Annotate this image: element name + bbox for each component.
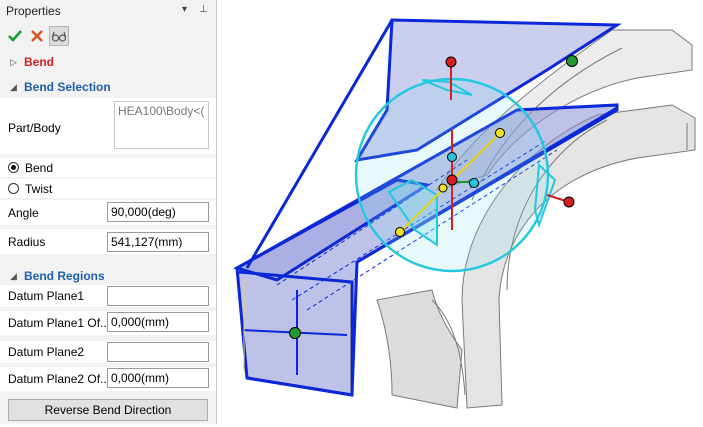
radio-twist-row[interactable]: Twist — [0, 179, 216, 198]
bend-regions-section[interactable]: ◢ Bend Regions — [0, 266, 216, 286]
bend-regions-header: Bend Regions — [24, 269, 105, 283]
expand-triangle-icon: ◢ — [10, 81, 17, 92]
datum-plane2-offset-input[interactable]: 0,000(mm) — [107, 368, 209, 388]
3d-viewport[interactable] — [217, 0, 703, 424]
bend-header: Bend — [24, 55, 54, 69]
angle-input[interactable]: 90,000(deg) — [107, 202, 209, 222]
properties-panel: Properties ▾ ⊥ ▷ Bend ◢ Bend Selection P… — [0, 0, 217, 424]
part-body-label: Part/Body — [8, 121, 61, 135]
panel-titlebar: Properties ▾ ⊥ — [0, 0, 216, 22]
datum-plane2-label: Datum Plane2 — [8, 345, 85, 359]
check-icon[interactable] — [5, 26, 25, 46]
datum-plane2-field[interactable] — [107, 342, 209, 362]
part-body-field[interactable]: HEA100\Body<( — [114, 101, 209, 149]
datum-plane1-label: Datum Plane1 — [8, 289, 85, 303]
datum-plane1-offset-row: Datum Plane1 Of... 0,000(mm) — [0, 311, 216, 335]
pin-icon[interactable]: ⊥ — [199, 4, 208, 15]
panel-title: Properties — [6, 4, 61, 18]
bend-section[interactable]: ▷ Bend — [0, 52, 216, 72]
bend-selection-section[interactable]: ◢ Bend Selection — [0, 77, 216, 97]
datum-plane1-row: Datum Plane1 — [0, 285, 216, 307]
reverse-bend-direction-button[interactable]: Reverse Bend Direction — [8, 399, 208, 421]
radius-label: Radius — [8, 235, 46, 249]
angle-label: Angle — [8, 206, 39, 220]
bent-beam-model[interactable] — [217, 0, 703, 424]
radio-twist[interactable] — [8, 183, 19, 194]
expand-triangle-icon: ◢ — [10, 270, 17, 281]
datum-plane1-offset-label: Datum Plane1 Of... — [8, 316, 111, 330]
radio-bend[interactable] — [8, 162, 19, 173]
datum-plane2-offset-row: Datum Plane2 Of... 0,000(mm) — [0, 367, 216, 391]
datum-plane1-offset-input[interactable]: 0,000(mm) — [107, 312, 209, 332]
radio-bend-label: Bend — [25, 161, 54, 175]
radio-bend-row[interactable]: Bend — [0, 158, 216, 177]
datum-plane2-row: Datum Plane2 — [0, 341, 216, 363]
panel-toolbar — [0, 24, 216, 48]
radio-twist-label: Twist — [25, 182, 53, 196]
part-body-row: Part/Body HEA100\Body<( — [0, 98, 216, 154]
datum-plane1-field[interactable] — [107, 286, 209, 306]
glasses-icon[interactable] — [49, 26, 69, 46]
radius-row: Radius 541,127(mm) — [0, 229, 216, 254]
bend-selection-header: Bend Selection — [24, 80, 111, 94]
collapse-triangle-icon: ▷ — [10, 56, 17, 67]
datum-plane2-offset-label: Datum Plane2 Of... — [8, 372, 111, 386]
x-icon[interactable] — [27, 26, 47, 46]
radius-input[interactable]: 541,127(mm) — [107, 232, 209, 252]
angle-row: Angle 90,000(deg) — [0, 200, 216, 225]
panel-dropdown-icon[interactable]: ▾ — [182, 4, 187, 15]
